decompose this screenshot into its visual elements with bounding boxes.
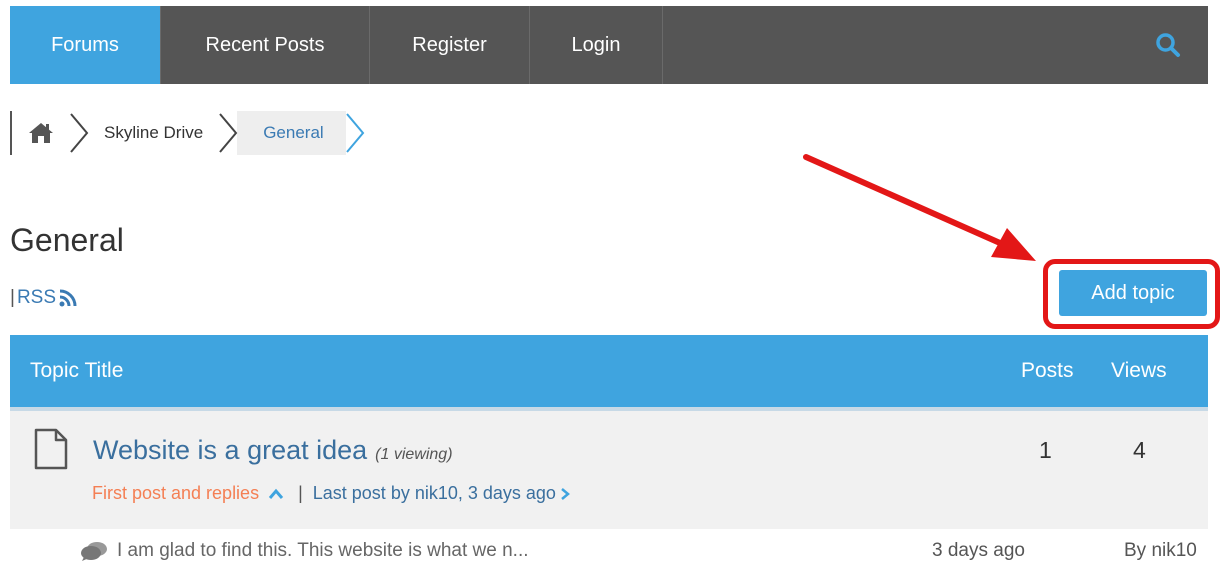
rss-label: RSS bbox=[16, 287, 57, 308]
topic-posts-count: 1 bbox=[1039, 437, 1052, 463]
topic-views-count: 4 bbox=[1133, 437, 1146, 463]
chevron-up-icon bbox=[268, 488, 284, 500]
breadcrumb: Skyline Drive General bbox=[10, 108, 374, 158]
header-views: Views bbox=[1111, 359, 1167, 382]
chevron-right-icon bbox=[344, 111, 366, 155]
topic-meta: First post and replies | Last post by ni… bbox=[92, 483, 570, 504]
document-icon bbox=[34, 428, 68, 475]
last-post-label: Last post by nik10, 3 days ago bbox=[312, 483, 556, 503]
viewing-count: (1 viewing) bbox=[375, 446, 453, 463]
topic-link[interactable]: Website is a great idea (1 viewing) bbox=[93, 435, 453, 466]
rss-prefix: | bbox=[10, 287, 15, 308]
rss-link[interactable]: | RSS bbox=[10, 287, 77, 309]
list-item: I am glad to find this. This website is … bbox=[10, 529, 1208, 565]
reply-time: 3 days ago bbox=[932, 540, 1025, 561]
home-icon[interactable] bbox=[28, 122, 54, 144]
reply-excerpt[interactable]: I am glad to find this. This website is … bbox=[117, 540, 529, 562]
topic-title: Website is a great idea bbox=[93, 435, 368, 465]
header-posts: Posts bbox=[1021, 359, 1074, 382]
header-topic-title: Topic Title bbox=[30, 359, 124, 382]
add-topic-button[interactable]: Add topic bbox=[1059, 270, 1207, 316]
search-icon[interactable] bbox=[1128, 6, 1208, 84]
table-row: Website is a great idea (1 viewing) First… bbox=[10, 411, 1208, 529]
nav-register[interactable]: Register bbox=[370, 6, 530, 84]
comment-icon bbox=[80, 541, 108, 565]
chevron-right-icon bbox=[217, 111, 239, 155]
first-post-toggle[interactable]: First post and replies bbox=[92, 483, 284, 504]
chevron-right-icon bbox=[68, 111, 90, 155]
nav-forums[interactable]: Forums bbox=[10, 6, 161, 84]
nav-login[interactable]: Login bbox=[530, 6, 663, 84]
breadcrumb-skyline-drive[interactable]: Skyline Drive bbox=[104, 123, 203, 143]
breadcrumb-divider bbox=[10, 111, 12, 155]
chevron-right-icon bbox=[560, 487, 570, 501]
meta-separator: | bbox=[298, 483, 303, 503]
page-title: General bbox=[10, 222, 124, 258]
first-post-label: First post and replies bbox=[92, 483, 260, 503]
nav-recent-posts[interactable]: Recent Posts bbox=[161, 6, 370, 84]
top-navigation: Forums Recent Posts Register Login bbox=[10, 6, 1208, 84]
table-header: Topic Title Posts Views bbox=[10, 335, 1208, 407]
rss-icon bbox=[59, 289, 77, 307]
breadcrumb-general: General bbox=[237, 111, 346, 155]
last-post-link[interactable]: Last post by nik10, 3 days ago bbox=[313, 483, 570, 504]
reply-author: By nik10 bbox=[1124, 540, 1197, 561]
